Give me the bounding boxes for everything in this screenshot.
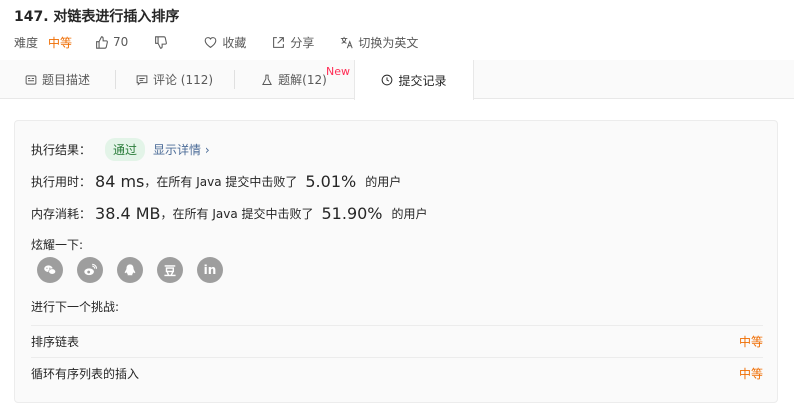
runtime-value: 84 ms xyxy=(95,171,145,191)
description-icon xyxy=(25,74,37,85)
tab-description[interactable]: 题目描述 xyxy=(0,60,115,99)
submission-result-card: 执行结果： 通过 显示详情 › 执行用时： 84 ms ，在所有 Java 提交… xyxy=(14,120,778,403)
runtime-text: ，在所有 Java 提交中击败了 xyxy=(144,174,298,189)
show-details-link[interactable]: 显示详情 › xyxy=(153,141,210,158)
difficulty-badge: 中等 xyxy=(48,35,73,50)
runtime-percent: 5.01% xyxy=(305,171,357,191)
tab-label: 评论 (112) xyxy=(152,73,214,87)
dislike-button[interactable] xyxy=(154,35,172,49)
wechat-share-button[interactable] xyxy=(37,257,63,283)
linkedin-share-button[interactable]: in xyxy=(197,257,223,283)
weibo-share-button[interactable] xyxy=(77,257,103,283)
linkedin-icon: in xyxy=(203,263,217,277)
collect-label: 收藏 xyxy=(222,35,247,50)
list-item[interactable]: 排序链表 中等 xyxy=(31,325,763,356)
share-label: 炫耀一下: xyxy=(31,238,84,252)
tab-submissions[interactable]: 提交记录 xyxy=(354,60,474,100)
status-badge: 通过 xyxy=(105,137,146,161)
runtime-row: 执行用时： 84 ms ，在所有 Java 提交中击败了 5.01% 的用户 xyxy=(31,169,401,193)
tab-label: 题目描述 xyxy=(41,73,90,87)
runtime-suffix: 的用户 xyxy=(365,174,402,189)
tab-label: 提交记录 xyxy=(398,73,447,88)
next-challenge-label: 进行下一个挑战: xyxy=(31,300,120,314)
thumbs-up-icon xyxy=(96,35,108,49)
share-icon xyxy=(273,36,285,48)
weibo-icon xyxy=(84,263,97,276)
memory-suffix: 的用户 xyxy=(391,206,428,221)
tab-bar: 题目描述 评论 (112) 题解(12) New 提交记录 xyxy=(0,60,794,100)
comment-icon xyxy=(136,74,148,86)
challenge-difficulty: 中等 xyxy=(738,366,763,381)
switch-language-button[interactable]: 切换为英文 xyxy=(340,34,418,51)
memory-value: 38.4 MB xyxy=(95,203,161,223)
translate-icon xyxy=(341,36,353,48)
wechat-icon xyxy=(44,265,57,275)
clock-icon xyxy=(382,74,393,86)
switch-language-label: 切换为英文 xyxy=(358,35,419,50)
new-badge: New xyxy=(326,65,350,78)
challenge-difficulty: 中等 xyxy=(738,334,763,349)
like-count: 70 xyxy=(113,35,129,49)
challenge-name: 排序链表 xyxy=(31,334,80,349)
result-label: 执行结果： xyxy=(31,142,92,157)
result-row: 执行结果： 通过 显示详情 › xyxy=(31,137,210,161)
challenge-name: 循环有序列表的插入 xyxy=(31,366,140,381)
flask-icon xyxy=(262,74,273,85)
qq-icon xyxy=(124,264,136,276)
tab-comments[interactable]: 评论 (112) xyxy=(115,60,234,99)
douban-share-button[interactable]: 豆 xyxy=(157,257,183,283)
douban-icon: 豆 xyxy=(163,263,176,278)
like-button[interactable]: 70 xyxy=(95,35,128,49)
tab-label: 题解(12) xyxy=(278,73,327,87)
share-button[interactable]: 分享 xyxy=(272,34,314,51)
problem-meta: 难度 中等 70 收藏 分享 切换为英文 xyxy=(14,34,418,50)
memory-label: 内存消耗： xyxy=(31,206,92,221)
collect-button[interactable]: 收藏 xyxy=(204,34,246,51)
share-label: 分享 xyxy=(290,35,315,50)
page-title: 147. 对链表进行插入排序 xyxy=(14,9,180,25)
difficulty-label: 难度 xyxy=(14,35,39,50)
runtime-label: 执行用时： xyxy=(31,174,92,189)
list-item[interactable]: 循环有序列表的插入 中等 xyxy=(31,357,763,388)
memory-text: ，在所有 Java 提交中击败了 xyxy=(160,206,314,221)
heart-icon xyxy=(205,36,217,48)
qq-share-button[interactable] xyxy=(117,257,143,283)
memory-row: 内存消耗： 38.4 MB ，在所有 Java 提交中击败了 51.90% 的用… xyxy=(31,201,428,225)
thumbs-down-icon xyxy=(155,35,168,49)
memory-percent: 51.90% xyxy=(321,203,383,223)
